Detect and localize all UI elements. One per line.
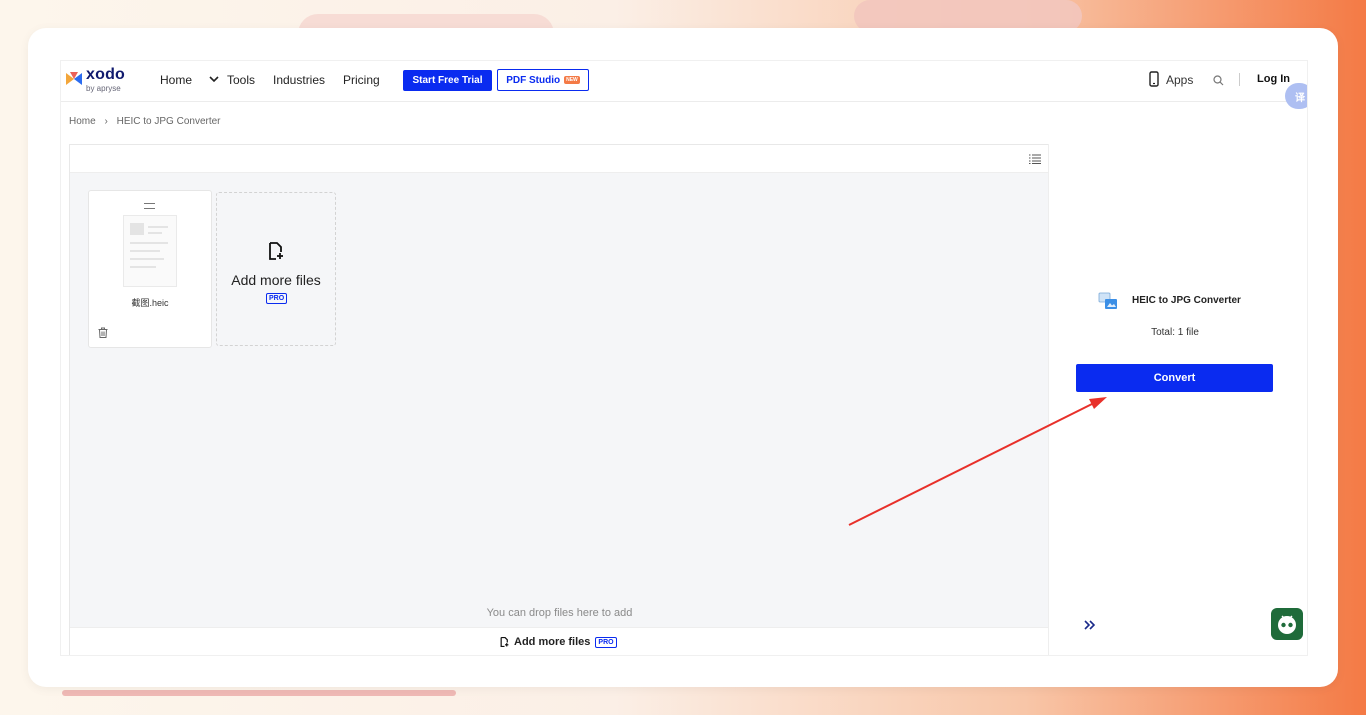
translate-widget[interactable]: 译 (1285, 83, 1307, 109)
converter-icon (1098, 292, 1117, 309)
converter-side-panel: HEIC to JPG Converter Total: 1 file Conv… (1048, 144, 1307, 655)
pdf-studio-label: PDF Studio (506, 74, 561, 86)
converter-title: HEIC to JPG Converter (1132, 295, 1241, 306)
file-drop-zone[interactable]: 截图.heic Add more files PRO You can drop … (69, 144, 1050, 655)
trash-icon[interactable] (98, 327, 108, 338)
file-thumbnail (123, 215, 177, 287)
breadcrumb-home[interactable]: Home (69, 116, 96, 127)
pro-badge: PRO (266, 293, 288, 304)
file-card[interactable]: 截图.heic (88, 190, 212, 348)
xodo-logo[interactable]: xodo by apryse (64, 66, 134, 95)
nav-divider (1239, 73, 1240, 86)
bottom-add-more-files-label: Add more files (514, 636, 591, 648)
pro-badge: PRO (595, 636, 617, 648)
top-navbar: xodo by apryse Home Tools Industries Pri… (61, 61, 1307, 109)
logo-wordmark: xodo (86, 66, 126, 83)
xodo-logo-icon (66, 72, 82, 85)
apps-link[interactable]: Apps (1166, 73, 1193, 87)
add-file-icon (500, 637, 509, 647)
add-file-icon (269, 242, 283, 260)
pdf-studio-button[interactable]: PDF Studio NEW (497, 69, 589, 91)
breadcrumb-separator: › (104, 116, 108, 127)
drop-hint-text: You can drop files here to add (486, 607, 633, 619)
drag-handle-icon[interactable] (144, 203, 155, 209)
add-more-files-card[interactable]: Add more files PRO (216, 192, 336, 346)
bottom-add-more-files-button[interactable]: Add more files PRO (500, 636, 617, 648)
translate-glyph: 译 (1295, 92, 1305, 104)
horizontal-scrollbar[interactable] (62, 690, 456, 696)
robot-assistant-icon[interactable] (1271, 608, 1303, 640)
file-name: 截图.heic (131, 298, 169, 308)
browser-page: xodo by apryse Home Tools Industries Pri… (60, 60, 1308, 656)
convert-button[interactable]: Convert (1076, 364, 1273, 392)
breadcrumb-current: HEIC to JPG Converter (116, 116, 221, 127)
nav-tools-menu[interactable]: Tools (227, 73, 255, 87)
expand-icon[interactable] (1084, 620, 1096, 630)
add-more-files-label: Add more files (231, 272, 321, 288)
nav-industries-link[interactable]: Industries (273, 73, 325, 87)
logo-subtitle: by apryse (86, 84, 121, 93)
nav-home-link[interactable]: Home (160, 73, 192, 87)
chevron-down-icon[interactable] (208, 73, 220, 85)
breadcrumb: Home › HEIC to JPG Converter (69, 116, 227, 127)
nav-pricing-link[interactable]: Pricing (343, 73, 380, 87)
total-files: Total: 1 file (1151, 327, 1199, 338)
bottom-action-bar: Add more files PRO (70, 627, 1049, 655)
phone-icon (1149, 71, 1159, 87)
file-toolbar (70, 145, 1049, 173)
new-badge: NEW (564, 76, 580, 84)
search-icon[interactable] (1213, 75, 1224, 86)
login-link[interactable]: Log In (1257, 73, 1290, 85)
list-view-icon[interactable] (1029, 154, 1041, 164)
start-free-trial-button[interactable]: Start Free Trial (403, 70, 492, 91)
